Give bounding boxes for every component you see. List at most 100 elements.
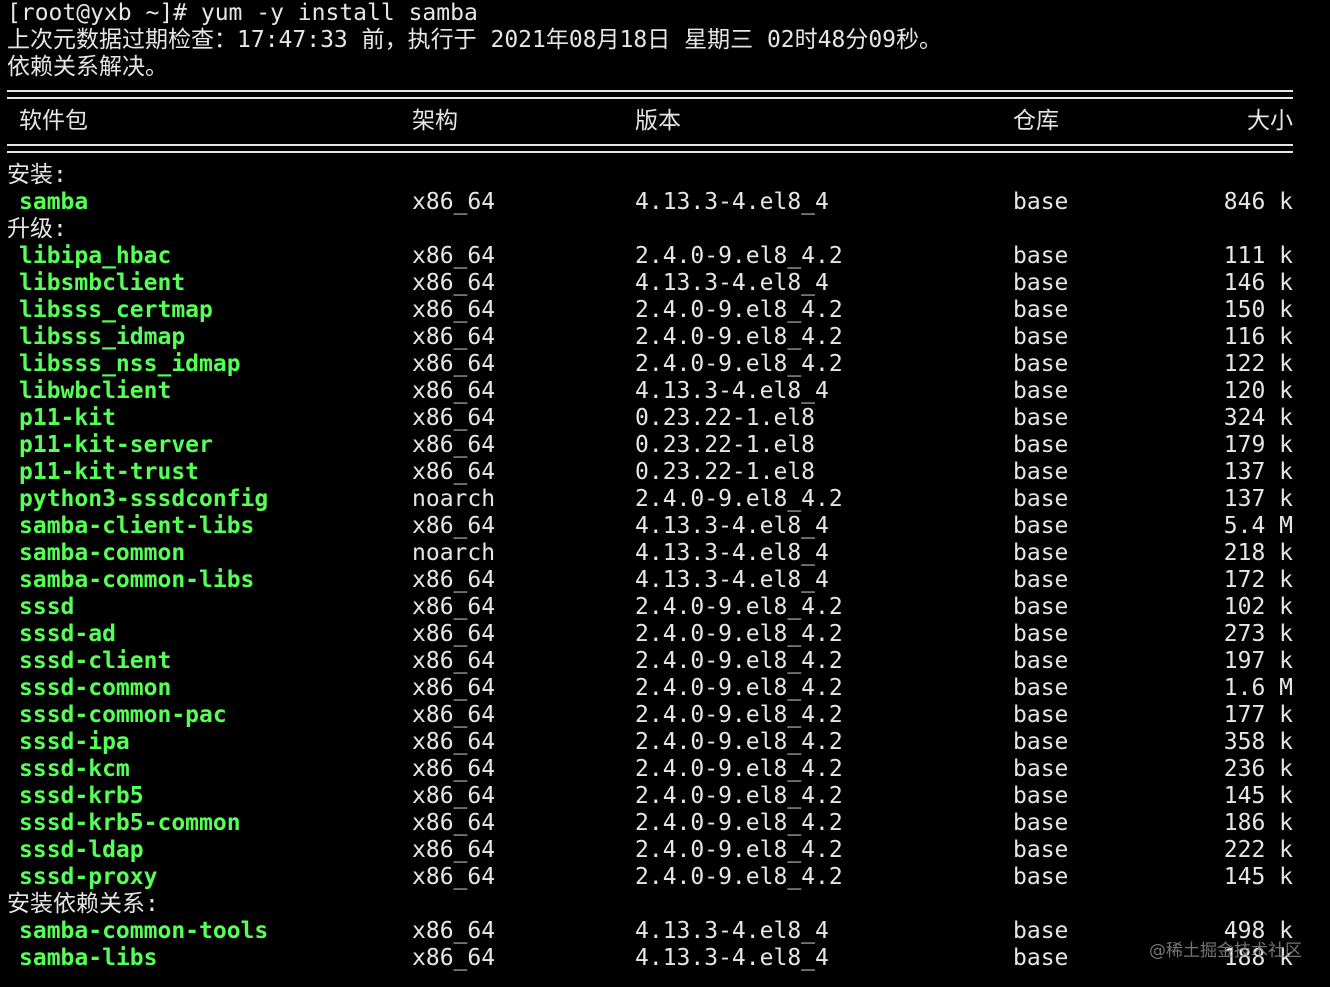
table-separator-top xyxy=(7,81,1307,108)
table-row: samba-common-tools x86_64 4.13.3-4.el8_4 ba… xyxy=(7,918,1307,945)
table-row: sssd-kcm x86_64 2.4.0-9.el8_4.2 base 236 k xyxy=(7,756,1307,783)
package-arch: x86_64 xyxy=(412,837,496,863)
package-size: 137 k xyxy=(1223,459,1293,485)
table-row: libipa_hbac x86_64 2.4.0-9.el8_4.2 base 111 … xyxy=(7,243,1307,270)
header-version: 版本 xyxy=(635,108,681,134)
package-repo: base xyxy=(1013,459,1069,485)
table-row: libsmbclient x86_64 4.13.3-4.el8_4 base 146 … xyxy=(7,270,1307,297)
table-row: libwbclient x86_64 4.13.3-4.el8_4 base 120 k xyxy=(7,378,1307,405)
package-version: 2.4.0-9.el8_4.2 xyxy=(635,648,843,674)
table-row: samba-common-libs x86_64 4.13.3-4.el8_4 bas… xyxy=(7,567,1307,594)
package-arch: noarch xyxy=(412,486,496,512)
package-arch: x86_64 xyxy=(412,675,496,701)
prompt-line: [root@yxb ~]# yum -y install samba xyxy=(7,0,478,26)
package-version: 2.4.0-9.el8_4.2 xyxy=(635,675,843,701)
section-title: 安装依赖关系: xyxy=(7,891,159,917)
package-repo: base xyxy=(1013,378,1069,404)
package-repo: base xyxy=(1013,324,1069,350)
package-size: 146 k xyxy=(1223,270,1293,296)
package-arch: x86_64 xyxy=(412,189,496,215)
package-version: 4.13.3-4.el8_4 xyxy=(635,189,829,215)
section-title: 安装: xyxy=(7,162,67,188)
package-repo: base xyxy=(1013,810,1069,836)
package-name: samba-client-libs xyxy=(19,513,255,539)
package-name: samba-common-libs xyxy=(19,567,255,593)
package-name: sssd-kcm xyxy=(19,756,130,782)
metadata-check-line: 上次元数据过期检查：17:47:33 前，执行于 2021年08月18日 星期三… xyxy=(7,27,943,53)
package-version: 4.13.3-4.el8_4 xyxy=(635,567,829,593)
package-version: 2.4.0-9.el8_4.2 xyxy=(635,864,843,890)
header-name: 软件包 xyxy=(19,108,88,134)
package-repo: base xyxy=(1013,648,1069,674)
package-arch: x86_64 xyxy=(412,918,496,944)
package-size: 120 k xyxy=(1223,378,1293,404)
package-version: 4.13.3-4.el8_4 xyxy=(635,945,829,971)
package-version: 4.13.3-4.el8_4 xyxy=(635,378,829,404)
package-arch: x86_64 xyxy=(412,756,496,782)
section-title: 升级: xyxy=(7,216,67,242)
package-size: 273 k xyxy=(1223,621,1293,647)
package-version: 2.4.0-9.el8_4.2 xyxy=(635,729,843,755)
package-arch: x86_64 xyxy=(412,405,496,431)
table-row: sssd-client x86_64 2.4.0-9.el8_4.2 base 197 … xyxy=(7,648,1307,675)
package-size: 179 k xyxy=(1223,432,1293,458)
package-table-body: 安装: samba x86_64 4.13.3-4.el8_4 base 846 k 升级:… xyxy=(7,162,1307,972)
table-row: sssd-ad x86_64 2.4.0-9.el8_4.2 base 273 k xyxy=(7,621,1307,648)
package-arch: noarch xyxy=(412,540,496,566)
package-repo: base xyxy=(1013,729,1069,755)
package-arch: x86_64 xyxy=(412,324,496,350)
package-version: 2.4.0-9.el8_4.2 xyxy=(635,243,843,269)
package-name: sssd-ipa xyxy=(19,729,130,755)
package-version: 4.13.3-4.el8_4 xyxy=(635,918,829,944)
package-name: libsss_certmap xyxy=(19,297,213,323)
header-repo: 仓库 xyxy=(1013,108,1059,134)
package-arch: x86_64 xyxy=(412,594,496,620)
header-arch: 架构 xyxy=(412,108,458,134)
package-arch: x86_64 xyxy=(412,270,496,296)
package-size: 116 k xyxy=(1223,324,1293,350)
table-row: p11-kit x86_64 0.23.22-1.el8 base 324 k xyxy=(7,405,1307,432)
table-row: libsss_idmap x86_64 2.4.0-9.el8_4.2 base 116… xyxy=(7,324,1307,351)
package-repo: base xyxy=(1013,864,1069,890)
package-name: p11-kit-server xyxy=(19,432,213,458)
package-arch: x86_64 xyxy=(412,621,496,647)
package-arch: x86_64 xyxy=(412,378,496,404)
package-arch: x86_64 xyxy=(412,702,496,728)
package-name: sssd xyxy=(19,594,75,620)
package-size: 150 k xyxy=(1223,297,1293,323)
package-size: 5.4 M xyxy=(1223,513,1293,539)
package-name: sssd-krb5-common xyxy=(19,810,241,836)
table-row: samba-libs x86_64 4.13.3-4.el8_4 base 188 k xyxy=(7,945,1307,972)
table-row: sssd-ipa x86_64 2.4.0-9.el8_4.2 base 358 k xyxy=(7,729,1307,756)
package-size: 122 k xyxy=(1223,351,1293,377)
package-arch: x86_64 xyxy=(412,432,496,458)
watermark: @稀土掘金技术社区 xyxy=(1149,941,1302,961)
package-size: 137 k xyxy=(1223,486,1293,512)
package-name: sssd-client xyxy=(19,648,172,674)
package-size: 358 k xyxy=(1223,729,1293,755)
package-name: python3-sssdconfig xyxy=(19,486,269,512)
package-name: libipa_hbac xyxy=(19,243,172,269)
table-row: sssd-common-pac x86_64 2.4.0-9.el8_4.2 base… xyxy=(7,702,1307,729)
package-name: sssd-krb5 xyxy=(19,783,144,809)
package-repo: base xyxy=(1013,783,1069,809)
package-version: 2.4.0-9.el8_4.2 xyxy=(635,594,843,620)
package-version: 2.4.0-9.el8_4.2 xyxy=(635,702,843,728)
table-row: samba-common noarch 4.13.3-4.el8_4 base 218 … xyxy=(7,540,1307,567)
package-version: 2.4.0-9.el8_4.2 xyxy=(635,810,843,836)
package-size: 1.6 M xyxy=(1223,675,1293,701)
package-version: 2.4.0-9.el8_4.2 xyxy=(635,486,843,512)
table-row: libsss_certmap x86_64 2.4.0-9.el8_4.2 base 1… xyxy=(7,297,1307,324)
package-repo: base xyxy=(1013,837,1069,863)
table-row: sssd-krb5 x86_64 2.4.0-9.el8_4.2 base 145 k xyxy=(7,783,1307,810)
package-repo: base xyxy=(1013,540,1069,566)
package-name: p11-kit xyxy=(19,405,116,431)
package-version: 2.4.0-9.el8_4.2 xyxy=(635,297,843,323)
terminal-output[interactable]: [root@yxb ~]# yum -y install samba 上次元数据… xyxy=(7,0,1307,972)
package-name: sssd-proxy xyxy=(19,864,158,890)
package-size: 102 k xyxy=(1223,594,1293,620)
package-name: sssd-common-pac xyxy=(19,702,227,728)
package-repo: base xyxy=(1013,351,1069,377)
package-name: samba-common xyxy=(19,540,186,566)
package-repo: base xyxy=(1013,405,1069,431)
